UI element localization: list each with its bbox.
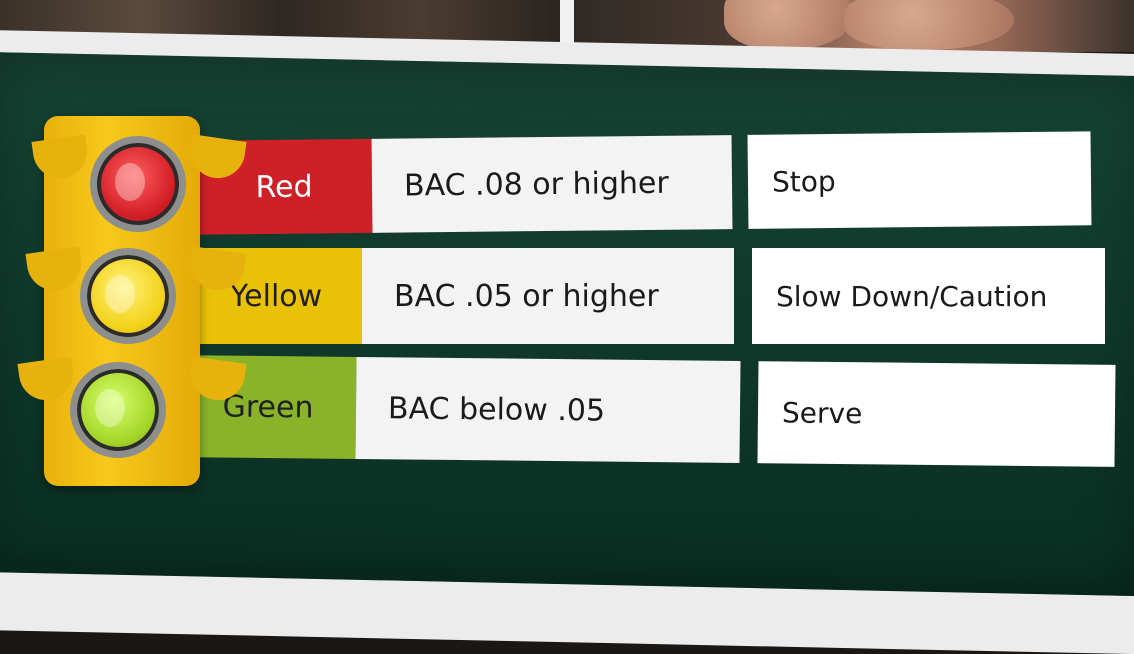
yellow-action: Slow Down/Caution: [752, 248, 1105, 344]
yellow-bac: BAC .05 or higher: [362, 248, 734, 344]
red-bac: BAC .08 or higher: [371, 135, 733, 233]
hand-shape: [844, 0, 1014, 50]
lamp-highlight: [115, 163, 145, 201]
hand-shape: [724, 0, 854, 50]
row-red: Red BAC .08 or higher Stop: [195, 131, 1092, 235]
red-action: Stop: [747, 131, 1092, 229]
traffic-light-icon: [17, 116, 247, 486]
lamp-highlight: [95, 389, 125, 427]
red-lamp-icon: [90, 136, 186, 232]
green-bac: BAC below .05: [355, 356, 741, 463]
lamp-highlight: [105, 275, 135, 313]
yellow-lamp-icon: [80, 248, 176, 344]
row-green: Green BAC below .05 Serve: [179, 355, 1116, 467]
green-action: Serve: [757, 361, 1116, 467]
green-lamp-icon: [70, 362, 166, 458]
row-yellow: Yellow BAC .05 or higher Slow Down/Cauti…: [190, 248, 1105, 344]
